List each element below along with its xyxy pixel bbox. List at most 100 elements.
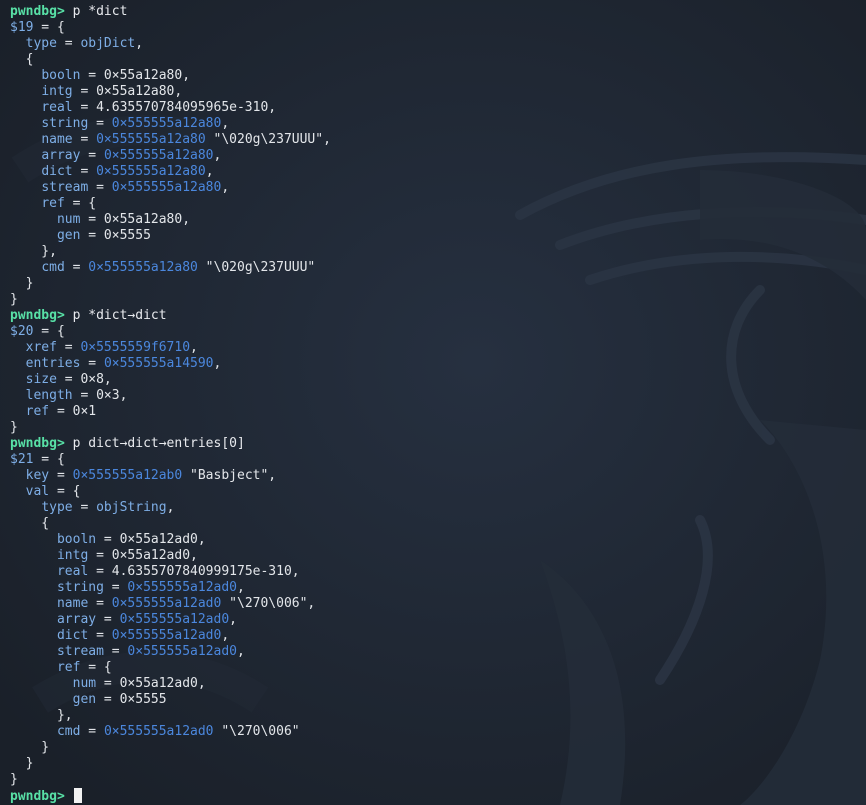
terminal-line: $19 = { xyxy=(10,20,866,36)
terminal-line: size = 0×8, xyxy=(10,372,866,388)
plain-text: { xyxy=(10,516,50,531)
plain-text: , xyxy=(205,164,214,179)
terminal-line: } xyxy=(10,756,866,772)
field-name: array xyxy=(56,612,97,627)
field-name: size xyxy=(25,372,57,387)
plain-text: = xyxy=(80,148,104,163)
plain-text: "\270\006" xyxy=(213,724,300,739)
field-name: ref xyxy=(41,196,65,211)
field-name: name xyxy=(56,596,89,611)
plain-text xyxy=(10,372,26,387)
plain-text: = xyxy=(88,628,112,643)
plain-text xyxy=(10,500,41,515)
terminal-line: intg = 0×55a12ad0, xyxy=(10,548,866,564)
plain-text xyxy=(10,644,57,659)
address-value: 0×555555a12a80 xyxy=(96,164,206,179)
plain-text xyxy=(10,676,73,691)
terminal-line: num = 0×55a12ad0, xyxy=(10,676,866,692)
address-value: 0×555555a12ab0 xyxy=(72,468,183,483)
plain-text: , xyxy=(221,116,230,131)
field-name: gen xyxy=(72,692,97,707)
plain-text xyxy=(10,692,73,707)
address-value: 0×555555a12ad0 xyxy=(127,580,237,595)
address-value: 0×555555a12ad0 xyxy=(111,628,222,643)
plain-text: , xyxy=(237,580,245,595)
field-name: num xyxy=(72,676,97,691)
plain-text xyxy=(10,548,57,563)
plain-text xyxy=(10,196,41,211)
terminal-line: num = 0×55a12a80, xyxy=(10,212,866,228)
field-name: stream xyxy=(41,180,89,195)
address-value: 0×555555a12ad0 xyxy=(127,644,237,659)
terminal-line: name = 0×555555a12a80 "\020g\237UUU", xyxy=(10,132,866,148)
terminal-line: ref = { xyxy=(10,196,866,212)
terminal-line: pwndbg> p *dict xyxy=(10,4,866,20)
terminal-line: } xyxy=(10,740,866,756)
plain-text: }, xyxy=(10,244,57,259)
terminal-line: intg = 0×55a12a80, xyxy=(10,84,866,100)
plain-text xyxy=(10,356,26,371)
plain-text xyxy=(10,260,41,275)
terminal-line: cmd = 0×555555a12ad0 "\270\006" xyxy=(10,724,866,740)
terminal-line: name = 0×555555a12ad0 "\270\006", xyxy=(10,596,866,612)
plain-text: , xyxy=(166,500,175,515)
terminal-line: stream = 0×555555a12a80, xyxy=(10,180,866,196)
plain-text: = xyxy=(64,260,89,275)
plain-text xyxy=(10,612,57,627)
terminal-line: $21 = { xyxy=(10,452,866,468)
address-value: 0×555555a12a80 xyxy=(96,132,206,147)
plain-text: = 4.635570784095965e-310, xyxy=(72,100,277,115)
plain-text: = 4.6355707840999175e-310, xyxy=(88,564,300,579)
plain-text xyxy=(10,532,57,547)
plain-text xyxy=(10,68,41,83)
field-name: booln xyxy=(56,532,97,547)
plain-text: = { xyxy=(49,484,81,499)
plain-text xyxy=(10,404,26,419)
field-name: real xyxy=(56,564,89,579)
plain-text: = { xyxy=(64,196,97,211)
plain-text: } xyxy=(10,420,18,435)
field-name: key xyxy=(25,468,50,483)
plain-text: }, xyxy=(10,708,73,723)
plain-text xyxy=(10,228,57,243)
plain-text xyxy=(10,116,41,131)
terminal-line: string = 0×555555a12ad0, xyxy=(10,580,866,596)
field-name: real xyxy=(41,100,73,115)
address-value: 0×555555a12ad0 xyxy=(119,612,230,627)
terminal-line: type = objString, xyxy=(10,500,866,516)
terminal-line: pwndbg> p *dict→dict xyxy=(10,308,866,324)
field-name: array xyxy=(41,148,81,163)
field-name: type xyxy=(41,500,73,515)
field-name: type xyxy=(25,36,57,51)
address-value: 0×555555a12ad0 xyxy=(111,596,222,611)
prompt-line[interactable]: pwndbg> xyxy=(10,788,866,804)
terminal-line: } xyxy=(10,276,866,292)
plain-text xyxy=(10,84,41,99)
type-value: objString xyxy=(96,500,167,515)
plain-text: , xyxy=(190,340,198,355)
terminal-line: ref = 0×1 xyxy=(10,404,866,420)
terminal-line: { xyxy=(10,52,866,68)
prompt-text: pwndbg> xyxy=(10,436,65,451)
plain-text: "\270\006", xyxy=(221,596,316,611)
field-name: length xyxy=(25,388,73,403)
plain-text xyxy=(10,388,26,403)
field-name: string xyxy=(41,116,89,131)
terminal-line: }, xyxy=(10,708,866,724)
field-name: cmd xyxy=(41,260,65,275)
plain-text: = xyxy=(88,596,112,611)
plain-text: } xyxy=(10,756,34,771)
address-value: 0×555555a12a80 xyxy=(103,148,214,163)
plain-text xyxy=(10,100,41,115)
field-name: ref xyxy=(56,660,81,675)
command-text: p dict→dict→entries[0] xyxy=(64,436,245,451)
history-var: $20 xyxy=(10,324,34,339)
plain-text xyxy=(10,468,26,483)
terminal-output[interactable]: pwndbg> p *dict $19 = { type = objDict, {… xyxy=(10,4,866,805)
field-name: ref xyxy=(25,404,50,419)
terminal-line: array = 0×555555a12ad0, xyxy=(10,612,866,628)
plain-text xyxy=(10,148,41,163)
plain-text: = xyxy=(72,500,97,515)
prompt-text: pwndbg> xyxy=(10,789,65,804)
plain-text: = 0×5555 xyxy=(80,228,151,243)
